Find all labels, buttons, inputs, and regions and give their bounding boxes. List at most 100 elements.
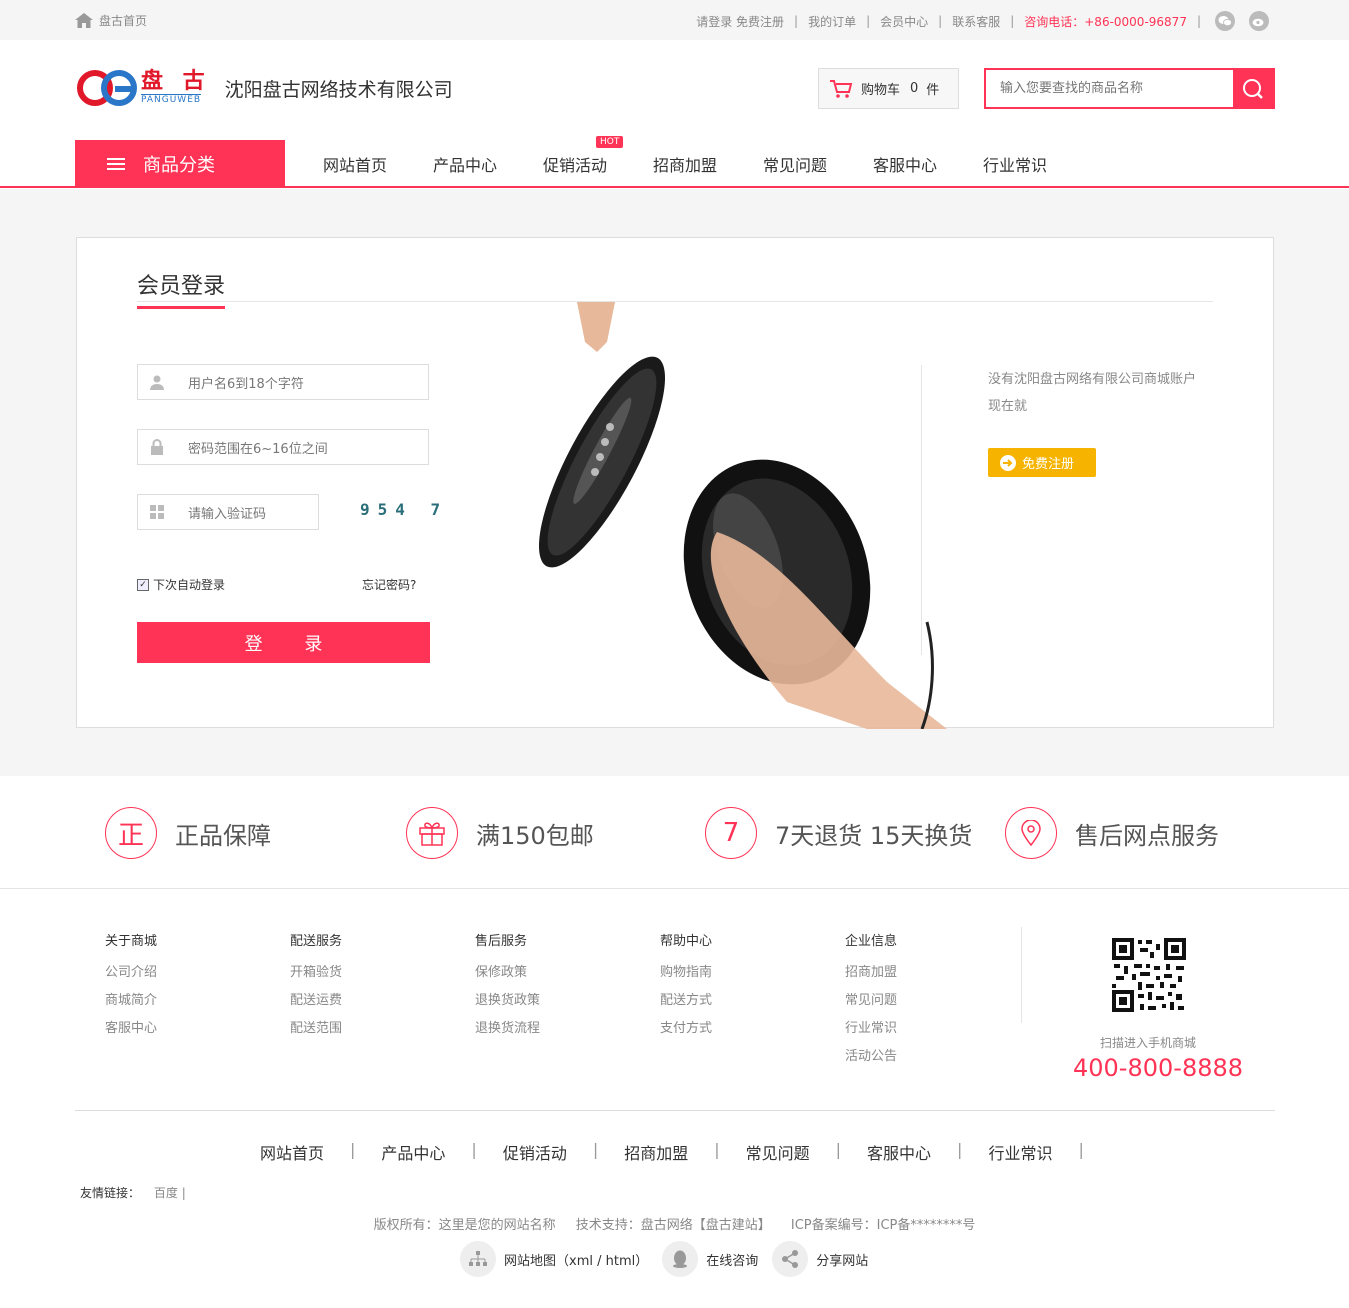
separator: | — [835, 1140, 842, 1159]
checkbox-checked-icon: ✓ — [137, 578, 149, 591]
footer-link[interactable]: 退换货政策 — [475, 987, 625, 1015]
wechat-icon[interactable] — [1215, 11, 1235, 31]
login-register-link[interactable]: 请登录 免费注册 — [696, 13, 784, 30]
separator: | — [1078, 1140, 1084, 1159]
bottom-nav-item[interactable]: 网站首页 — [260, 1140, 324, 1164]
hot-badge: HOT — [596, 136, 624, 148]
forgot-password-link[interactable]: 忘记密码? — [362, 576, 416, 593]
footer-link[interactable]: 开箱验货 — [290, 959, 440, 987]
feature-label: 7天退货 15天换货 — [775, 821, 973, 850]
footer-link[interactable]: 行业常识 — [845, 1015, 995, 1043]
nav-item-products[interactable]: 产品中心 — [410, 152, 520, 176]
cart-count: 0 — [910, 81, 919, 96]
search-input[interactable] — [986, 70, 1233, 107]
column-title: 帮助中心 — [660, 934, 713, 949]
username-field[interactable]: 用户名6到18个字符 — [137, 364, 429, 400]
login-panel: 会员登录 用户名6到18个字符 密码范围在6~16位之间 请输入验证码 954 … — [76, 237, 1274, 729]
home-link-label: 盘古首页 — [99, 14, 148, 28]
separator: | — [938, 14, 943, 28]
footer-link[interactable]: 退换货流程 — [475, 1015, 625, 1043]
nav-item-promotions[interactable]: 促销活动 HOT — [520, 136, 630, 176]
bottom-nav-item[interactable]: 促销活动 — [503, 1140, 567, 1164]
nav-item-franchise[interactable]: 招商加盟 — [630, 152, 740, 176]
footer-rule — [75, 1110, 1275, 1111]
member-center-link[interactable]: 会员中心 — [880, 13, 928, 30]
search-button[interactable] — [1233, 70, 1273, 107]
register-prompt: 没有沈阳盘古网络有限公司商城账户 现在就 — [988, 366, 1196, 420]
footer-link[interactable]: 活动公告 — [845, 1043, 995, 1071]
separator: | — [181, 1186, 186, 1200]
nav-item-industry[interactable]: 行业常识 — [960, 152, 1070, 176]
product-image — [538, 302, 947, 729]
my-orders-link[interactable]: 我的订单 — [808, 13, 856, 30]
cart-button[interactable]: 购物车 0 件 — [818, 68, 959, 109]
footer-link[interactable]: 配送方式 — [660, 987, 810, 1015]
menu-icon — [107, 155, 125, 173]
feature-free-shipping: 满150包邮 — [406, 807, 594, 859]
bottom-nav-item[interactable]: 招商加盟 — [624, 1140, 688, 1164]
feature-label: 正品保障 — [175, 821, 271, 850]
bottom-nav-item[interactable]: 产品中心 — [381, 1140, 445, 1164]
bottom-nav-item[interactable]: 常见问题 — [746, 1140, 810, 1164]
icp-text: ICP备案编号：ICP备********号 — [790, 1218, 976, 1233]
footer-link[interactable]: 配送运费 — [290, 987, 440, 1015]
bottom-nav-item[interactable]: 客服中心 — [867, 1140, 931, 1164]
qr-caption: 扫描进入手机商城 — [1100, 1036, 1197, 1050]
header: 盘 古 PANGUWEB 沈阳盘古网络技术有限公司 购物车 0 件 — [0, 40, 1349, 140]
share-link[interactable]: 分享网站 — [772, 1241, 868, 1277]
password-placeholder: 密码范围在6~16位之间 — [188, 441, 328, 457]
footer-link[interactable]: 公司介绍 — [105, 959, 255, 987]
search-icon — [1243, 78, 1263, 99]
service-features: 正 正品保障 满150包邮 7 7天退货 15天换货 售后网点服务 — [0, 777, 1349, 889]
category-label: 商品分类 — [143, 155, 215, 176]
footer-link[interactable]: 保修政策 — [475, 959, 625, 987]
contact-service-link[interactable]: 联系客服 — [952, 13, 1000, 30]
nav-item-home[interactable]: 网站首页 — [300, 152, 410, 176]
genuine-icon: 正 — [105, 807, 157, 859]
tech-support-text: 技术支持：盘古网络【盘古建站】 — [575, 1218, 771, 1233]
nav-item-service[interactable]: 客服中心 — [850, 152, 960, 176]
location-pin-icon — [1005, 807, 1057, 859]
footer-link[interactable]: 购物指南 — [660, 959, 810, 987]
login-button[interactable]: 登 录 — [137, 622, 430, 663]
sitemap-link[interactable]: 网站地图（xml / html） — [460, 1241, 648, 1277]
feature-returns: 7 7天退货 15天换货 — [705, 807, 972, 859]
main-nav: 商品分类 网站首页 产品中心 促销活动 HOT 招商加盟 常见问题 客服中心 行业… — [0, 136, 1349, 188]
friend-link[interactable]: 百度 — [154, 1186, 178, 1200]
remember-checkbox[interactable]: ✓ 下次自动登录 — [137, 576, 225, 593]
captcha-field[interactable]: 请输入验证码 — [137, 494, 319, 530]
free-register-button[interactable]: 免费注册 — [988, 448, 1096, 477]
footer-link[interactable]: 配送范围 — [290, 1015, 440, 1043]
separator: | — [1196, 14, 1201, 28]
footer-link[interactable]: 支付方式 — [660, 1015, 810, 1043]
separator: | — [1010, 14, 1015, 28]
column-title: 售后服务 — [475, 934, 528, 949]
logo-cn: 盘 古 — [141, 69, 211, 94]
copyright-line: 版权所有：这里是您的网站名称 技术支持：盘古网络【盘古建站】 ICP备案编号：I… — [0, 1214, 1349, 1233]
footer-link[interactable]: 客服中心 — [105, 1015, 255, 1043]
nav-item-faq[interactable]: 常见问题 — [740, 152, 850, 176]
weibo-icon[interactable] — [1249, 11, 1269, 31]
sitemap-icon — [460, 1241, 496, 1277]
arrow-right-icon — [1000, 454, 1016, 471]
copyright-text: 版权所有：这里是您的网站名称 — [373, 1218, 556, 1233]
category-button[interactable]: 商品分类 — [75, 140, 285, 188]
bottom-nav-item[interactable]: 行业常识 — [988, 1140, 1052, 1164]
feature-label: 满150包邮 — [476, 821, 594, 850]
cart-label: 购物车 — [861, 83, 901, 98]
footer-link[interactable]: 商城简介 — [105, 987, 255, 1015]
footer-column: 配送服务 开箱验货 配送运费 配送范围 — [290, 930, 440, 1043]
pangu-logo-icon — [77, 70, 137, 106]
share-icon — [772, 1241, 809, 1277]
password-field[interactable]: 密码范围在6~16位之间 — [137, 429, 429, 465]
sitemap-label: 网站地图（xml / html） — [504, 1253, 649, 1269]
cart-unit: 件 — [926, 83, 940, 98]
captcha-image[interactable]: 954 7 — [360, 500, 448, 519]
column-title: 关于商城 — [105, 934, 158, 949]
online-consult-link[interactable]: 在线咨询 — [662, 1241, 758, 1277]
footer-link[interactable]: 常见问题 — [845, 987, 995, 1015]
home-link[interactable]: 盘古首页 — [75, 12, 147, 29]
site-logo[interactable]: 盘 古 PANGUWEB 沈阳盘古网络技术有限公司 — [77, 68, 453, 108]
footer-link[interactable]: 招商加盟 — [845, 959, 995, 987]
separator: | — [350, 1140, 356, 1159]
